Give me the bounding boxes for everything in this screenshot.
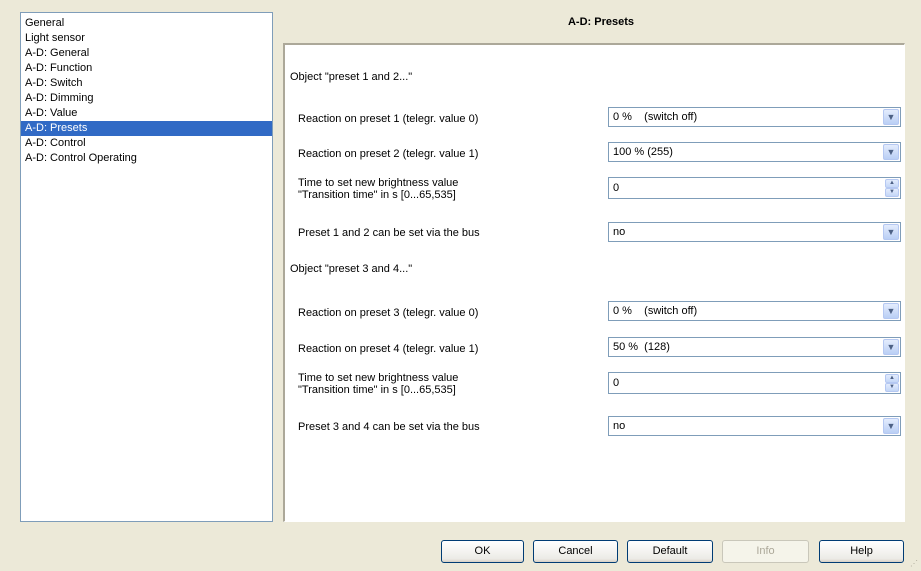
transition-time-1-value: 0 [613, 182, 620, 194]
preset-3-dropdown[interactable]: 0 % (switch off) ▼ [608, 301, 901, 321]
nav-item-ad-presets[interactable]: A-D: Presets [21, 121, 272, 136]
spin-up-icon[interactable]: ▲ [885, 374, 899, 383]
param-label-preset-4: Reaction on preset 4 (telegr. value 1) [298, 343, 479, 355]
param-label-transition-time-1: Time to set new brightness value "Transi… [298, 177, 458, 201]
param-label-preset-1-2-bus: Preset 1 and 2 can be set via the bus [298, 227, 480, 239]
transition-time-2-stepper[interactable]: 0 ▲ ▼ [608, 372, 901, 394]
ok-button[interactable]: OK [441, 540, 524, 563]
nav-item-ad-function[interactable]: A-D: Function [21, 61, 272, 76]
param-label-preset-3-4-bus: Preset 3 and 4 can be set via the bus [298, 421, 480, 433]
section-heading-preset-1-2: Object "preset 1 and 2..." [290, 71, 413, 83]
param-label-preset-3: Reaction on preset 3 (telegr. value 0) [298, 307, 479, 319]
preset-3-value: 0 % (switch off) [613, 305, 698, 317]
chevron-down-icon[interactable]: ▼ [883, 339, 899, 355]
chevron-down-icon[interactable]: ▼ [883, 144, 899, 160]
nav-item-ad-control-operating[interactable]: A-D: Control Operating [21, 151, 272, 166]
nav-item-light-sensor[interactable]: Light sensor [21, 31, 272, 46]
chevron-down-icon[interactable]: ▼ [883, 303, 899, 319]
param-label-preset-1: Reaction on preset 1 (telegr. value 0) [298, 113, 479, 125]
parameter-panel: Object "preset 1 and 2..." Reaction on p… [283, 43, 905, 522]
nav-item-ad-general[interactable]: A-D: General [21, 46, 272, 61]
preset-1-2-bus-value: no [613, 226, 626, 238]
param-label-line: "Transition time" in s [0...65,535] [298, 189, 456, 201]
info-button: Info [722, 540, 809, 563]
default-button[interactable]: Default [627, 540, 713, 563]
param-label-line: Time to set new brightness value [298, 177, 459, 189]
preset-2-value: 100 % (255) [613, 146, 673, 158]
nav-item-ad-value[interactable]: A-D: Value [21, 106, 272, 121]
chevron-down-icon[interactable]: ▼ [883, 224, 899, 240]
chevron-down-icon[interactable]: ▼ [883, 109, 899, 125]
page-title: A-D: Presets [567, 16, 635, 28]
preset-3-4-bus-value: no [613, 420, 626, 432]
preset-1-2-bus-dropdown[interactable]: no ▼ [608, 222, 901, 242]
nav-item-ad-switch[interactable]: A-D: Switch [21, 76, 272, 91]
transition-time-2-value: 0 [613, 377, 620, 389]
preset-1-value: 0 % (switch off) [613, 111, 698, 123]
spin-down-icon[interactable]: ▼ [885, 383, 899, 392]
nav-item-ad-dimming[interactable]: A-D: Dimming [21, 91, 272, 106]
param-label-preset-2: Reaction on preset 2 (telegr. value 1) [298, 148, 479, 160]
parameter-tree[interactable]: General Light sensor A-D: General A-D: F… [20, 12, 273, 522]
spin-up-icon[interactable]: ▲ [885, 179, 899, 188]
nav-item-general[interactable]: General [21, 16, 272, 31]
section-heading-preset-3-4: Object "preset 3 and 4..." [290, 263, 413, 275]
preset-4-dropdown[interactable]: 50 % (128) ▼ [608, 337, 901, 357]
preset-3-4-bus-dropdown[interactable]: no ▼ [608, 416, 901, 436]
param-label-transition-time-2: Time to set new brightness value "Transi… [298, 372, 458, 396]
spin-down-icon[interactable]: ▼ [885, 188, 899, 197]
cancel-button[interactable]: Cancel [533, 540, 618, 563]
preset-2-dropdown[interactable]: 100 % (255) ▼ [608, 142, 901, 162]
param-label-line: Time to set new brightness value [298, 372, 459, 384]
transition-time-1-stepper[interactable]: 0 ▲ ▼ [608, 177, 901, 199]
param-label-line: "Transition time" in s [0...65,535] [298, 384, 456, 396]
preset-4-value: 50 % (128) [613, 341, 670, 353]
nav-item-ad-control[interactable]: A-D: Control [21, 136, 272, 151]
preset-1-dropdown[interactable]: 0 % (switch off) ▼ [608, 107, 901, 127]
resize-grip-icon[interactable]: ⋰ [910, 560, 918, 568]
chevron-down-icon[interactable]: ▼ [883, 418, 899, 434]
help-button[interactable]: Help [819, 540, 904, 563]
